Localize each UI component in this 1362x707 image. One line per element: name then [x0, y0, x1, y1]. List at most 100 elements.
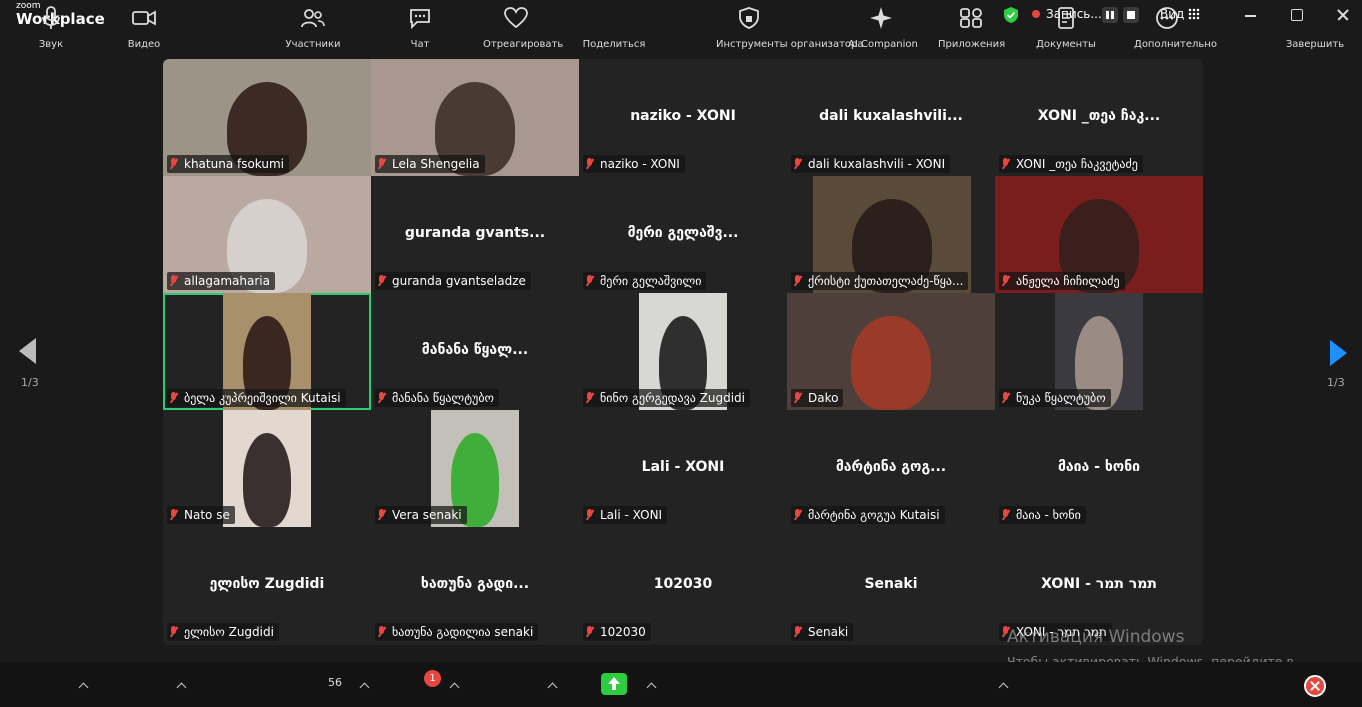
share-button[interactable]: Поделиться	[583, 6, 646, 50]
participant-tile[interactable]: ბელა კუპრეიშვილი Kutaisi	[163, 293, 371, 410]
participant-tile[interactable]: dali kuxalashvili... dali kuxalashvili - …	[787, 59, 995, 176]
participant-tile[interactable]: Lali - XONI Lali - XONI	[579, 410, 787, 527]
security-shield-icon[interactable]	[1003, 6, 1019, 24]
ai-companion-button[interactable]: AI Companion	[848, 6, 918, 50]
grid-view-icon[interactable]	[1188, 8, 1200, 20]
participant-tile[interactable]: მანანა წყალ... მანანა წყალტუბო	[371, 293, 579, 410]
participant-name-tag: მერი გელაშვილი	[583, 272, 707, 290]
muted-microphone-icon	[169, 392, 179, 404]
participant-name-tag: Lali - XONI	[583, 506, 668, 524]
participant-name-tag: მარტინა გოგუა Kutaisi	[791, 506, 945, 524]
participant-name-label: ნუკა წყალტუბო	[1016, 391, 1106, 405]
react-button[interactable]: Отреагировать	[483, 6, 563, 50]
host-tools-label: Инструменты организатора	[716, 39, 864, 50]
participant-name-label: ბელა კუპრეიშვილი Kutaisi	[184, 391, 341, 405]
participant-tile[interactable]: Dako	[787, 293, 995, 410]
pause-recording-button[interactable]	[1102, 7, 1118, 23]
next-page-arrow-icon[interactable]	[1330, 340, 1347, 366]
sparkle-icon	[870, 7, 892, 29]
participant-name-tag: მაია - ხონი	[999, 506, 1086, 524]
muted-microphone-icon	[377, 392, 387, 404]
participant-name-label: მაია - ხონი	[1016, 508, 1081, 522]
participant-name-label: მანანა წყალტუბო	[392, 391, 494, 405]
muted-microphone-icon	[377, 275, 387, 287]
muted-microphone-icon	[169, 275, 179, 287]
chat-unread-badge: 1	[424, 670, 441, 687]
participant-tile[interactable]: Nato se	[163, 410, 371, 527]
end-meeting-icon[interactable]	[1304, 675, 1326, 697]
participant-tile[interactable]: ანჟელა ჩიჩილაძე	[995, 176, 1203, 293]
host-tools-button[interactable]: Инструменты организатора	[716, 6, 864, 50]
participant-tile[interactable]: khatuna fsokumi	[163, 59, 371, 176]
participant-silhouette	[851, 316, 931, 410]
previous-page-arrow-icon[interactable]	[19, 338, 36, 364]
participant-tile[interactable]: XONI _თეა ჩაკ... XONI _თეა ჩაკვეტაძე	[995, 59, 1203, 176]
participant-name-label: dali kuxalashvili - XONI	[808, 157, 946, 171]
participant-name-tag: 102030	[583, 623, 651, 641]
participant-name-label: guranda gvantseladze	[392, 274, 526, 288]
muted-microphone-icon	[1001, 275, 1011, 287]
chat-bubble-icon	[410, 9, 430, 30]
participant-tile[interactable]: Senaki Senaki	[787, 527, 995, 644]
participant-tile[interactable]: Lela Shengelia	[371, 59, 579, 176]
participant-tile[interactable]: allagamaharia	[163, 176, 371, 293]
participant-name-tag: XONI _თეა ჩაკვეტაძე	[999, 155, 1143, 173]
notes-label: Документы	[1036, 39, 1096, 50]
participant-name-tag: ხათუნა გადილია senaki	[375, 623, 539, 641]
video-button[interactable]: Видео	[128, 6, 160, 50]
participant-tile[interactable]: 102030 102030	[579, 527, 787, 644]
muted-microphone-icon	[793, 509, 803, 521]
participant-name-tag: Nato se	[167, 506, 235, 524]
participant-display-name: guranda gvants...	[404, 225, 546, 241]
chat-label: Чат	[410, 39, 430, 50]
share-screen-icon[interactable]	[601, 673, 627, 695]
muted-microphone-icon	[793, 626, 803, 638]
participants-button[interactable]: Участники	[285, 6, 341, 50]
muted-microphone-icon	[585, 509, 595, 521]
audio-button[interactable]: Звук	[38, 6, 64, 50]
muted-microphone-icon	[1001, 158, 1011, 170]
participant-tile[interactable]: ქრისტი ქუთათელაძე-წყა...	[787, 176, 995, 293]
muted-microphone-icon	[793, 275, 803, 287]
react-label: Отреагировать	[483, 39, 564, 50]
participants-count: 56	[328, 676, 342, 689]
participant-name-tag: ელისო Zugdidi	[167, 623, 279, 641]
participant-tile[interactable]: მერი გელაშვ... მერი გელაშვილი	[579, 176, 787, 293]
stop-recording-button[interactable]	[1123, 7, 1139, 23]
participant-tile[interactable]: naziko - XONI naziko - XONI	[579, 59, 787, 176]
more-button[interactable]: Дополнительно	[1134, 6, 1217, 50]
end-meeting-button[interactable]: Завершить	[1286, 6, 1344, 50]
participant-display-name: 102030	[653, 576, 713, 592]
participant-display-name: ხათუნა გადი...	[420, 576, 530, 592]
participant-name-tag: naziko - XONI	[583, 155, 685, 173]
participant-tile[interactable]: ხათუნა გადი... ხათუნა გადილია senaki	[371, 527, 579, 644]
apps-button[interactable]: Приложения	[938, 6, 1005, 50]
participant-tile[interactable]: guranda gvants... guranda gvantseladze	[371, 176, 579, 293]
participant-name-label: 102030	[600, 625, 646, 639]
participant-tile[interactable]: Vera senaki	[371, 410, 579, 527]
participant-tile[interactable]: ელისო Zugdidi ელისო Zugdidi	[163, 527, 371, 644]
participant-display-name: naziko - XONI	[630, 108, 736, 124]
chat-button[interactable]: Чат	[407, 6, 433, 50]
muted-microphone-icon	[585, 626, 595, 638]
video-label: Видео	[127, 39, 161, 50]
participant-name-label: ქრისტი ქუთათელაძე-წყა...	[808, 274, 964, 288]
minimize-button[interactable]	[1236, 4, 1266, 26]
participant-tile[interactable]: ნინო გერგედავა Zugdidi	[579, 293, 787, 410]
participant-tile[interactable]: მაია - ხონი მაია - ხონი	[995, 410, 1203, 527]
participant-name-tag: khatuna fsokumi	[167, 155, 290, 173]
participant-tile[interactable]: ნუკა წყალტუბო	[995, 293, 1203, 410]
participant-display-name: XONI - תמר תמר	[1041, 576, 1157, 592]
apps-icon	[960, 8, 982, 28]
participant-name-label: ელისო Zugdidi	[184, 625, 274, 639]
apps-label: Приложения	[938, 39, 1006, 50]
participant-tile[interactable]: მარტინა გოგ... მარტინა გოგუა Kutaisi	[787, 410, 995, 527]
participant-name-tag: dali kuxalashvili - XONI	[791, 155, 951, 173]
notes-button[interactable]: Документы	[1036, 6, 1096, 50]
document-icon	[1058, 7, 1074, 29]
muted-microphone-icon	[377, 509, 387, 521]
participant-name-label: Lali - XONI	[600, 508, 663, 522]
participant-display-name: Senaki	[864, 576, 918, 592]
close-window-button[interactable]	[1328, 4, 1358, 26]
participant-display-name: მანანა წყალ...	[421, 342, 529, 358]
